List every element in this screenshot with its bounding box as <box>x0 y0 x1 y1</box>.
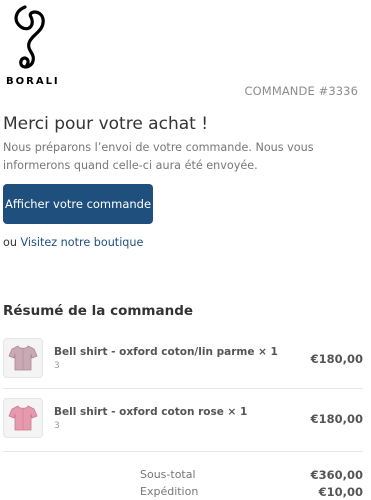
view-order-button[interactable]: Afficher votre commande <box>3 184 153 224</box>
brand-name: BORALI <box>6 76 60 87</box>
divider <box>3 451 363 452</box>
thanks-message: Nous préparons l’envoi de votre commande… <box>3 141 314 172</box>
product-name: Bell shirt - oxford coton rose × 1 <box>54 406 248 418</box>
shipping-label: Expédition <box>140 485 199 498</box>
list-item: Bell shirt - oxford coton/lin parme × 1 … <box>3 338 363 378</box>
visit-shop-link[interactable]: Visitez notre boutique <box>21 236 144 249</box>
shipping-value: €10,00 <box>318 485 363 499</box>
or-text: ou <box>3 236 17 249</box>
product-qty: 3 <box>54 421 60 431</box>
thanks-title: Merci pour votre achat ! <box>3 114 209 134</box>
shirt-icon <box>8 345 38 371</box>
product-qty: 3 <box>54 361 60 371</box>
divider <box>3 388 363 389</box>
list-item: Bell shirt - oxford coton rose × 1 3 €18… <box>3 398 363 438</box>
product-name: Bell shirt - oxford coton/lin parme × 1 <box>54 346 278 358</box>
brand-logo: BORALI <box>3 5 58 87</box>
shop-line: ou Visitez notre boutique <box>3 236 143 249</box>
subtotal-label: Sous-total <box>140 468 196 481</box>
subtotal-value: €360,00 <box>310 468 363 482</box>
shirt-icon <box>8 405 38 431</box>
product-price: €180,00 <box>310 412 363 426</box>
product-thumbnail <box>3 398 43 438</box>
brand-logo-icon <box>14 5 45 69</box>
summary-title: Résumé de la commande <box>3 303 194 319</box>
order-number: COMMANDE #3336 <box>244 84 358 98</box>
product-thumbnail <box>3 338 43 378</box>
product-price: €180,00 <box>310 352 363 366</box>
